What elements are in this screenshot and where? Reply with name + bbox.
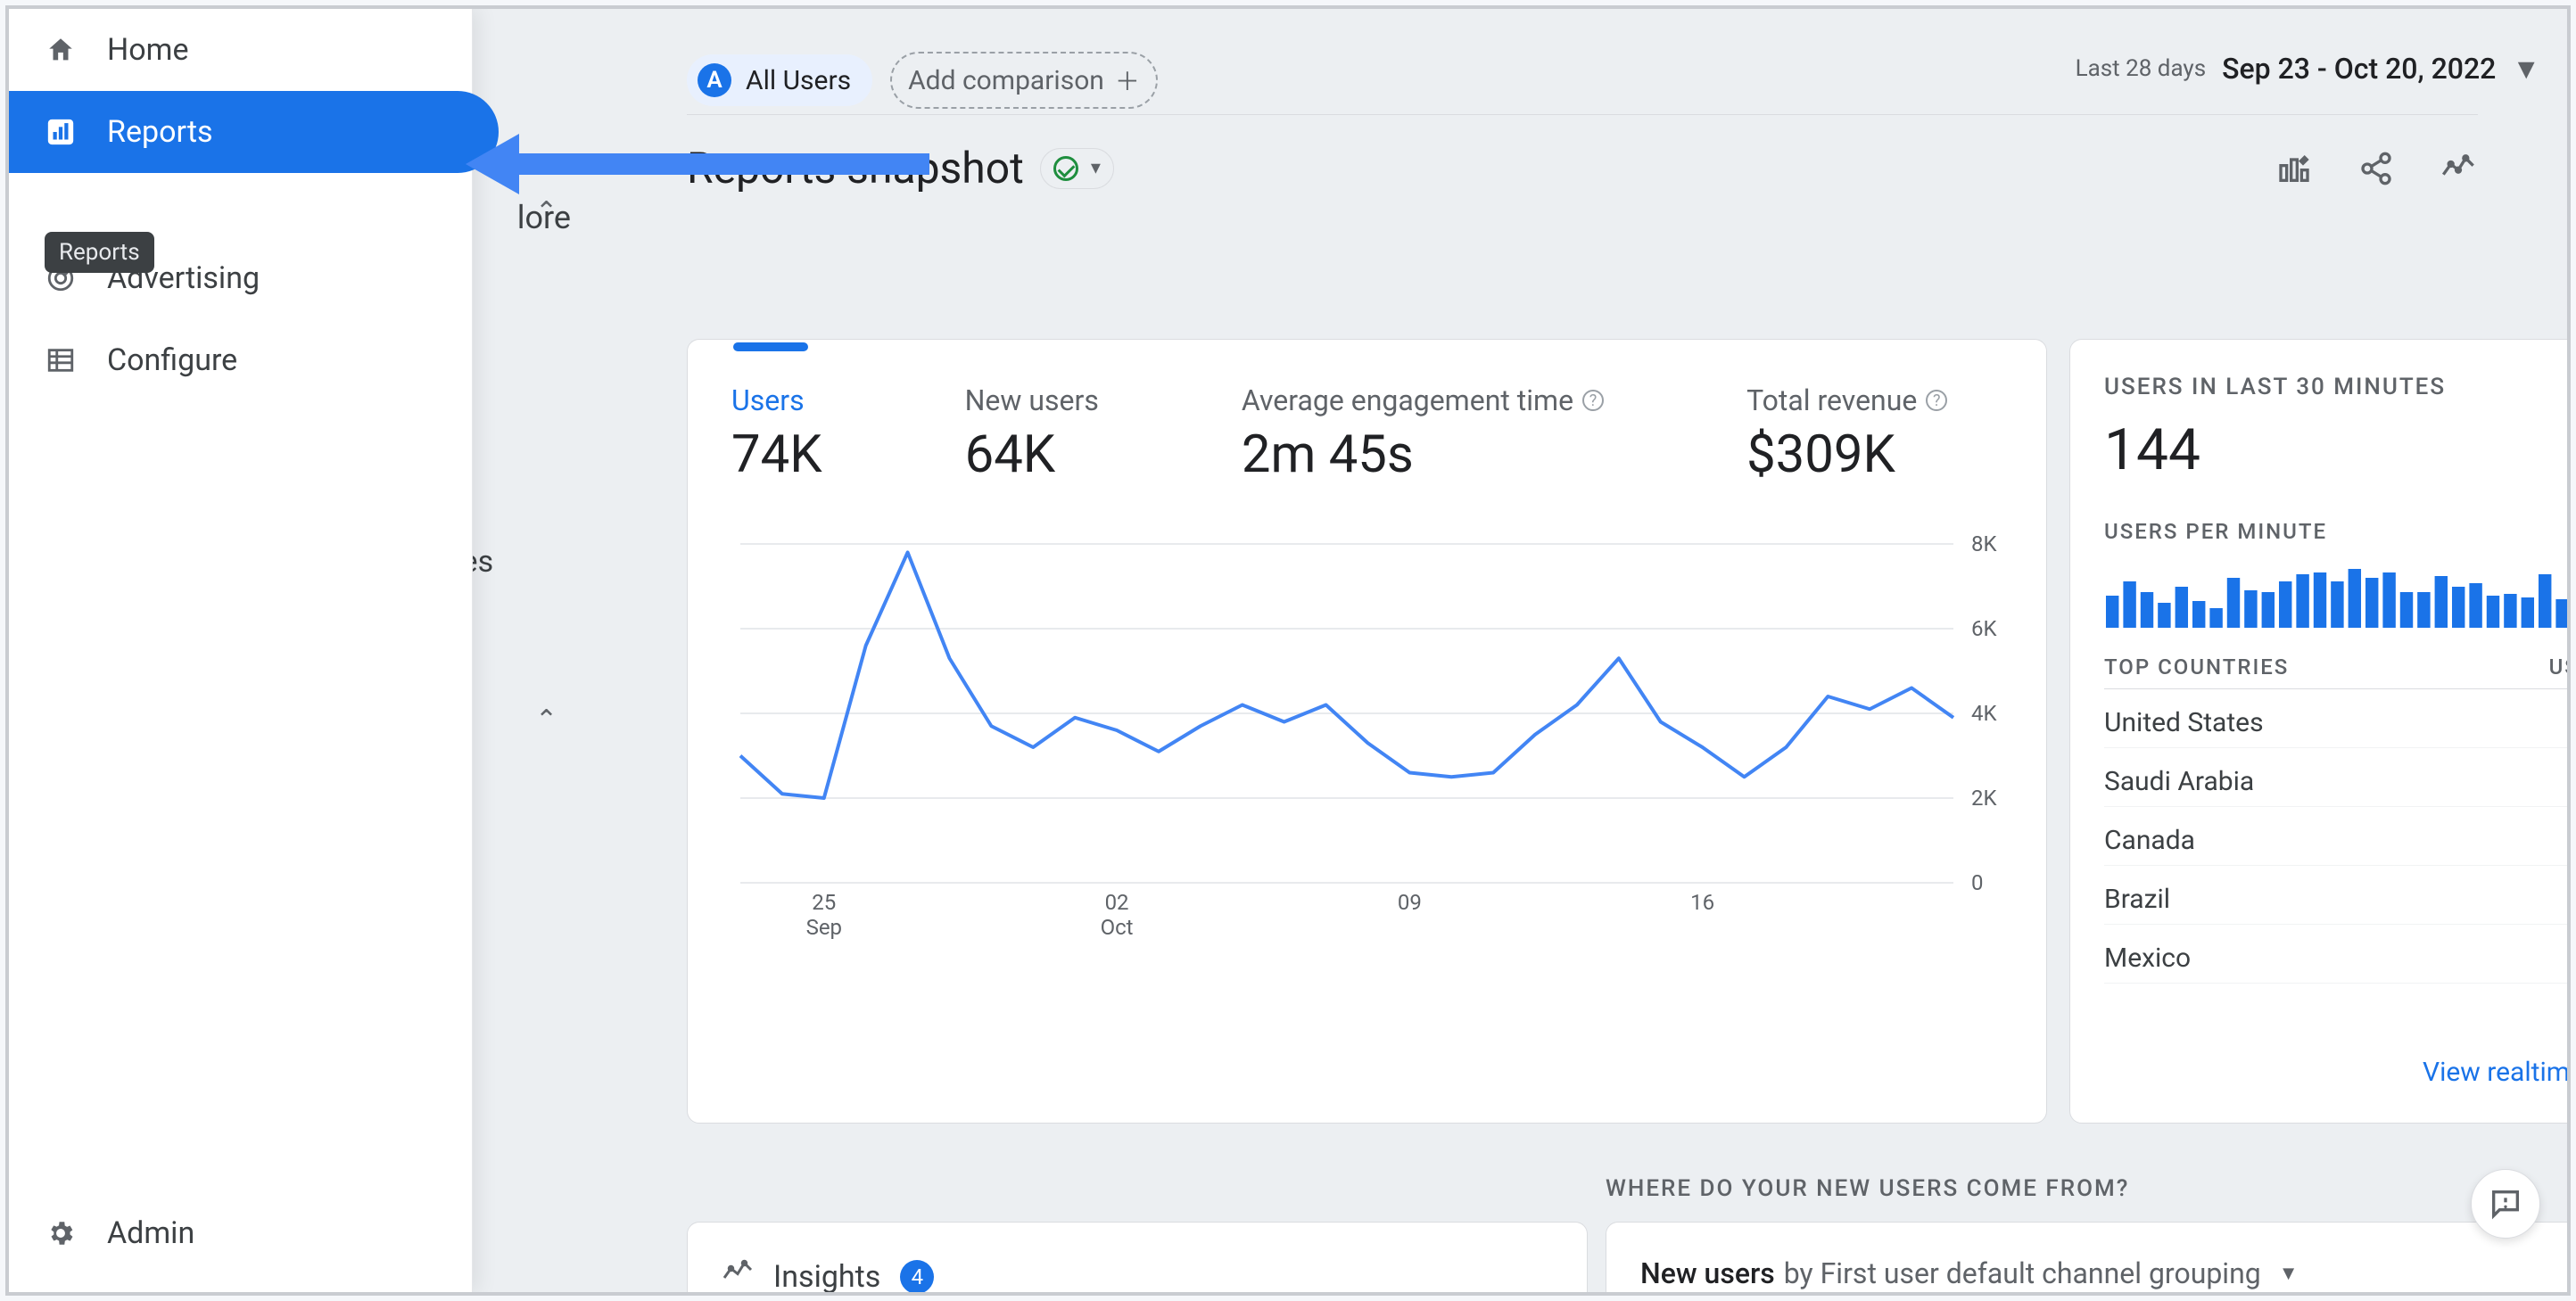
section-label-new-users: WHERE DO YOUR NEW USERS COME FROM? xyxy=(1606,1175,2129,1202)
configure-icon xyxy=(45,344,77,376)
metric-tab-indicator xyxy=(733,342,808,351)
help-icon[interactable]: ? xyxy=(1582,390,1604,411)
date-range-prefix: Last 28 days xyxy=(2076,55,2207,82)
realtime-users-value: 144 xyxy=(2104,416,2571,483)
insights-spark-icon[interactable] xyxy=(2439,149,2478,188)
country-name: Canada xyxy=(2104,825,2195,856)
gear-icon xyxy=(45,1217,77,1249)
metric-total-revenue[interactable]: Total revenue? $309K xyxy=(1746,383,1947,485)
segment-badge-icon: A xyxy=(698,63,731,97)
chevron-up-icon[interactable]: ⌃ xyxy=(535,196,557,227)
country-name: United States xyxy=(2104,707,2264,738)
svg-text:4K: 4K xyxy=(1971,701,1997,726)
svg-text:8K: 8K xyxy=(1971,535,1997,556)
segment-all-users-pill[interactable]: A All Users xyxy=(687,54,872,106)
header-divider xyxy=(687,114,2478,115)
nav-item-label: Home xyxy=(107,32,189,68)
realtime-country-row: Brazil2 xyxy=(2104,866,2571,925)
svg-text:Oct: Oct xyxy=(1101,915,1134,940)
svg-text:0: 0 xyxy=(1971,870,1984,895)
nav-item-label: Admin xyxy=(107,1215,194,1251)
nav-item-admin[interactable]: Admin xyxy=(9,1192,472,1274)
primary-nav-panel: Home Reports Reports Advertising Configu… xyxy=(9,9,473,1292)
customize-report-icon[interactable] xyxy=(2275,149,2314,188)
channel-heading-bold: New users xyxy=(1640,1256,1775,1290)
dotted-underline xyxy=(1640,1294,2265,1295)
svg-text:6K: 6K xyxy=(1971,616,1997,641)
svg-text:2K: 2K xyxy=(1971,786,1997,811)
realtime-heading: USERS IN LAST 30 MINUTES xyxy=(2104,374,2571,400)
feedback-chat-button[interactable] xyxy=(2471,1169,2540,1239)
nav-item-label: Configure xyxy=(107,342,237,378)
metric-value: 64K xyxy=(965,424,1099,485)
channel-heading-rest: by First user default channel grouping xyxy=(1784,1256,2261,1290)
date-range-value: Sep 23 - Oct 20, 2022 xyxy=(2222,52,2496,86)
nav-tooltip: Reports xyxy=(45,232,154,273)
metric-new-users[interactable]: New users 64K xyxy=(965,383,1099,485)
metric-value: 2m 45s xyxy=(1242,424,1604,485)
metric-label: Average engagement time? xyxy=(1242,383,1604,417)
card-insights: Insights 4 INSIGHT New xyxy=(687,1222,1588,1296)
realtime-table-header-users: USERS xyxy=(2549,655,2571,679)
view-realtime-label: View realtime xyxy=(2423,1057,2571,1088)
chevron-down-icon: ▼ xyxy=(2279,1262,2299,1285)
channel-dimension-dropdown[interactable]: New users by First user default channel … xyxy=(1640,1256,2571,1290)
svg-text:25: 25 xyxy=(812,890,836,915)
chevron-down-icon: ▾ xyxy=(1091,157,1101,179)
metric-label: Total revenue? xyxy=(1746,383,1947,417)
svg-text:09: 09 xyxy=(1398,890,1422,915)
realtime-country-row: Saudi Arabia12 xyxy=(2104,748,2571,807)
check-circle-icon xyxy=(1053,156,1078,181)
annotation-arrow-icon xyxy=(466,134,929,194)
insights-count-badge: 4 xyxy=(900,1260,934,1294)
nav-item-label: Reports xyxy=(107,114,213,150)
metric-value: $309K xyxy=(1746,424,1947,485)
country-name: Mexico xyxy=(2104,943,2191,974)
users-line-chart[interactable]: 0 2K 4K 6K 8K 25Sep 02Oct 09 16 xyxy=(731,535,2034,945)
insights-spark-icon xyxy=(722,1256,754,1296)
realtime-country-row: Mexico2 xyxy=(2104,925,2571,984)
realtime-sparkline-chart xyxy=(2104,565,2571,628)
svg-text:16: 16 xyxy=(1690,890,1714,915)
nav-item-reports[interactable]: Reports xyxy=(9,91,499,173)
card-realtime: USERS IN LAST 30 MINUTES 144 USERS PER M… xyxy=(2069,339,2571,1124)
help-icon[interactable]: ? xyxy=(1926,390,1947,411)
metric-value: 74K xyxy=(731,424,822,485)
chevron-up-icon[interactable]: ⌃ xyxy=(535,704,557,736)
chevron-down-icon: ▼ xyxy=(2512,52,2540,86)
realtime-country-row: Canada9 xyxy=(2104,807,2571,866)
view-realtime-link[interactable]: View realtime xyxy=(2423,1055,2571,1089)
plus-icon: ＋ xyxy=(1115,62,1140,98)
date-range-picker[interactable]: Last 28 days Sep 23 - Oct 20, 2022 ▼ xyxy=(2076,52,2540,86)
metric-label: Users xyxy=(731,383,822,417)
segment-all-users-label: All Users xyxy=(746,65,851,96)
nav-item-configure[interactable]: Configure xyxy=(9,319,472,401)
add-comparison-button[interactable]: Add comparison ＋ xyxy=(890,52,1158,109)
metric-users[interactable]: Users 74K xyxy=(731,383,822,485)
reports-icon xyxy=(45,116,77,148)
share-icon[interactable] xyxy=(2357,149,2396,188)
svg-text:Sep: Sep xyxy=(806,915,842,940)
add-comparison-label: Add comparison xyxy=(908,65,1104,96)
metric-average-engagement-time[interactable]: Average engagement time? 2m 45s xyxy=(1242,383,1604,485)
country-name: Brazil xyxy=(2104,884,2170,915)
card-channel-grouping: New users by First user default channel … xyxy=(1606,1222,2571,1296)
realtime-table-header-country: TOP COUNTRIES xyxy=(2104,655,2289,679)
nav-item-home[interactable]: Home xyxy=(9,9,472,91)
insights-label: Insights xyxy=(773,1259,880,1295)
realtime-country-row: United States111 xyxy=(2104,689,2571,748)
metric-label: New users xyxy=(965,383,1099,417)
realtime-subheading: USERS PER MINUTE xyxy=(2104,519,2571,544)
report-status-pill[interactable]: ▾ xyxy=(1040,148,1114,189)
svg-text:02: 02 xyxy=(1105,890,1129,915)
country-name: Saudi Arabia xyxy=(2104,766,2254,797)
home-icon xyxy=(45,34,77,66)
